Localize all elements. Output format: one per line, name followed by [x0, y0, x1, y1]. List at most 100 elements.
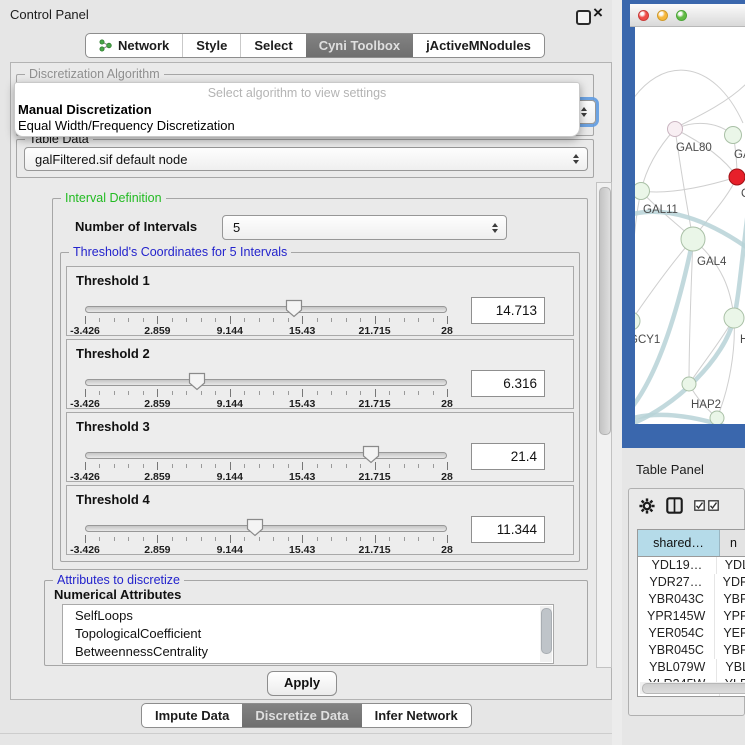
tab-impute-data[interactable]: Impute Data — [142, 704, 242, 727]
table-data-combo[interactable]: galFiltered.sif default node — [24, 147, 588, 171]
panel-vertical-scrollbar[interactable] — [596, 182, 612, 668]
threshold-value-input[interactable]: 21.4 — [471, 443, 545, 470]
scrollbar-thumb[interactable] — [541, 608, 552, 654]
table-row[interactable]: YBR043CYBR0 — [638, 591, 745, 608]
network-node-gal80[interactable] — [668, 122, 683, 137]
table-row[interactable]: YER054CYER0 — [638, 625, 745, 642]
table-row[interactable]: YBR045CYBR0 — [638, 642, 745, 659]
zoom-light-icon[interactable] — [676, 10, 687, 21]
tick-mark — [114, 318, 115, 322]
tab-network[interactable]: Network — [86, 34, 182, 57]
table-horizontal-scrollbar[interactable] — [640, 682, 745, 694]
table-row[interactable]: YDR27…YDR2 — [638, 574, 745, 591]
tick-mark — [128, 464, 129, 468]
bottom-tab-bar: Impute Data Discretize DataInfer Network — [141, 703, 472, 728]
threshold-value-input[interactable]: 6.316 — [471, 370, 545, 397]
dropdown-option-equal-width-frequency[interactable]: Equal Width/Frequency Discretization — [18, 118, 235, 133]
network-canvas[interactable]: GAL80GACGAL11GAL4GCY1HHAP2 — [635, 27, 745, 424]
threshold-panel-4: Threshold 4-3.4262.8599.14415.4321.71528… — [66, 485, 574, 555]
tick-mark — [128, 318, 129, 322]
column-header-shared[interactable]: shared… — [638, 530, 720, 556]
tick-mark — [273, 318, 274, 322]
slider-thumb[interactable] — [285, 299, 303, 318]
table-row[interactable]: YDL19…YDL1 — [638, 557, 745, 574]
tick-mark — [288, 318, 289, 322]
tick-mark — [85, 462, 86, 470]
threshold-slider[interactable]: -3.4262.8599.14415.4321.71528 — [85, 374, 447, 408]
tab-discretize-data[interactable]: Discretize Data — [242, 704, 361, 727]
tick-mark — [186, 318, 187, 322]
tab-infer-network[interactable]: Infer Network — [362, 704, 471, 727]
scrollbar-thumb[interactable] — [599, 187, 611, 435]
tick-mark — [360, 318, 361, 322]
network-node-gcy1[interactable] — [635, 312, 640, 330]
tick-label: 28 — [441, 325, 453, 337]
tick-mark — [114, 391, 115, 395]
network-node-c[interactable] — [729, 169, 745, 185]
numerical-attributes-list[interactable]: SelfLoopsTopologicalCoefficientBetweenne… — [62, 604, 554, 664]
tick-mark — [215, 464, 216, 468]
tick-mark — [128, 391, 129, 395]
scrollbar-thumb[interactable] — [642, 683, 745, 694]
threshold-slider[interactable]: -3.4262.8599.14415.4321.71528 — [85, 447, 447, 481]
tab-style[interactable]: Style — [182, 34, 240, 57]
tab-jactivemnodules[interactable]: jActiveMNodules — [413, 34, 544, 57]
threshold-slider[interactable]: -3.4262.8599.14415.4321.71528 — [85, 301, 447, 335]
apply-button[interactable]: Apply — [267, 671, 337, 696]
divider — [0, 733, 620, 734]
tick-mark — [447, 316, 448, 324]
column-header-name[interactable]: n — [720, 530, 745, 556]
checkbox-checked-icon[interactable] — [708, 500, 719, 511]
table-row[interactable]: YBL079WYBL0 — [638, 659, 745, 676]
tick-mark — [389, 464, 390, 468]
tab-label: Impute Data — [155, 708, 229, 723]
tick-mark — [157, 462, 158, 470]
threshold-value-input[interactable]: 14.713 — [471, 297, 545, 324]
list-item-topologicalcoefficient[interactable]: TopologicalCoefficient — [75, 625, 553, 643]
list-scrollbar[interactable] — [540, 606, 552, 662]
threshold-slider[interactable]: -3.4262.8599.14415.4321.71528 — [85, 520, 447, 554]
cell-shared-name: YDR27… — [638, 574, 715, 591]
minimize-light-icon[interactable] — [657, 10, 668, 21]
tick-mark — [259, 391, 260, 395]
list-item-betweennesscentrality[interactable]: BetweennessCentrality — [75, 643, 553, 661]
table-row[interactable]: YPR145WYPR1 — [638, 608, 745, 625]
tick-mark — [418, 464, 419, 468]
number-of-intervals-combo[interactable]: 5 — [222, 215, 507, 240]
checkbox-checked-icon[interactable] — [694, 500, 705, 511]
network-node-label: HAP2 — [691, 399, 721, 411]
tab-label: Select — [254, 38, 292, 53]
gear-icon[interactable] — [639, 498, 655, 514]
network-node-hap2[interactable] — [682, 377, 696, 391]
column-layout-icon[interactable] — [666, 497, 683, 514]
tick-mark — [259, 318, 260, 322]
slider-thumb[interactable] — [188, 372, 206, 391]
network-node-ga[interactable] — [725, 127, 742, 144]
tick-mark — [273, 391, 274, 395]
network-node-h[interactable] — [724, 308, 744, 328]
network-window: GAL80GACGAL11GAL4GCY1HHAP2 — [622, 0, 745, 448]
network-icon — [99, 39, 112, 52]
slider-tick-labels: -3.4262.8599.14415.4321.71528 — [85, 471, 447, 483]
tick-mark — [288, 537, 289, 541]
list-item-selfloops[interactable]: SelfLoops — [75, 607, 553, 625]
tick-mark — [418, 318, 419, 322]
tab-cyni-toolbox[interactable]: Cyni Toolbox — [306, 34, 413, 57]
network-node-gal11[interactable] — [635, 183, 650, 200]
network-node[interactable] — [710, 411, 724, 424]
network-node-gal4[interactable] — [681, 227, 705, 251]
threshold-panel-2: Threshold 2-3.4262.8599.14415.4321.71528… — [66, 339, 574, 409]
cell-shared-name: YBL079W — [638, 659, 717, 676]
tick-mark — [447, 535, 448, 543]
dropdown-option-manual-discretization[interactable]: Manual Discretization — [18, 102, 152, 117]
close-icon[interactable]: × — [593, 3, 603, 23]
slider-thumb[interactable] — [362, 445, 380, 464]
slider-thumb[interactable] — [246, 518, 264, 537]
tab-select[interactable]: Select — [240, 34, 305, 57]
threshold-value-input[interactable]: 11.344 — [471, 516, 545, 543]
tick-mark — [244, 391, 245, 395]
tick-label: 28 — [441, 471, 453, 483]
close-light-icon[interactable] — [638, 10, 649, 21]
float-window-icon[interactable] — [576, 10, 591, 25]
table-panel: shared… n YDL19…YDL1YDR27…YDR2YBR043CYBR… — [628, 488, 745, 716]
